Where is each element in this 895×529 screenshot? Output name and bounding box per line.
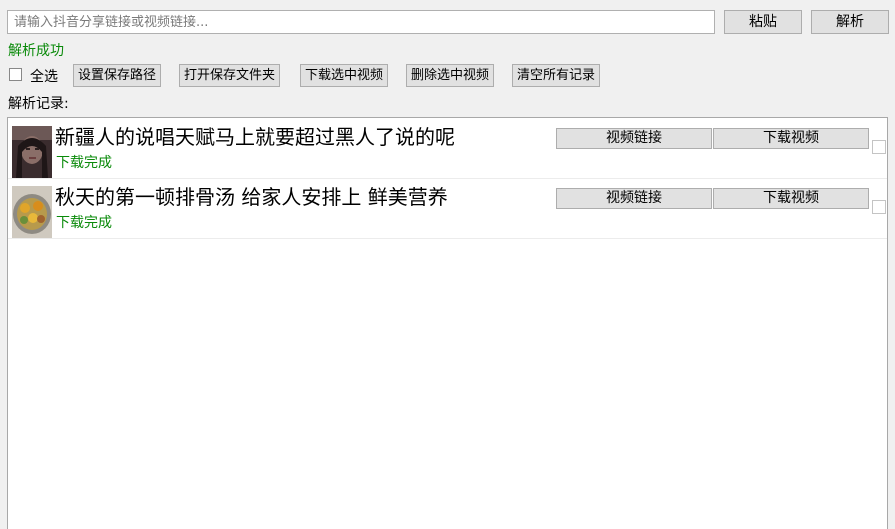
download-status: 下载完成 (56, 155, 112, 171)
clear-all-button[interactable]: 清空所有记录 (512, 64, 601, 87)
download-video-button[interactable]: 下载视频 (713, 128, 869, 149)
download-selected-button[interactable]: 下载选中视频 (300, 64, 389, 87)
open-save-folder-button[interactable]: 打开保存文件夹 (179, 64, 281, 87)
list-item[interactable]: 新疆人的说唱天赋马上就要超过黑人了说的呢 下载完成 视频链接 下载视频 (8, 118, 887, 179)
records-list[interactable]: 新疆人的说唱天赋马上就要超过黑人了说的呢 下载完成 视频链接 下载视频 秋天的第… (7, 117, 888, 529)
status-text: 解析成功 (8, 43, 64, 59)
delete-selected-button[interactable]: 删除选中视频 (406, 64, 495, 87)
parse-button[interactable]: 解析 (811, 10, 889, 34)
video-link-button[interactable]: 视频链接 (556, 128, 712, 149)
video-link-button[interactable]: 视频链接 (556, 188, 712, 209)
set-save-path-button[interactable]: 设置保存路径 (73, 64, 162, 87)
video-thumbnail (12, 126, 52, 178)
row-checkbox[interactable] (872, 200, 886, 214)
url-input[interactable] (7, 10, 715, 34)
paste-button[interactable]: 粘贴 (724, 10, 802, 34)
row-checkbox[interactable] (872, 140, 886, 154)
select-all-label[interactable]: 全选 (30, 66, 58, 86)
list-item[interactable]: 秋天的第一顿排骨汤 给家人安排上 鲜美营养 下载完成 视频链接 下载视频 (8, 178, 887, 239)
video-title: 新疆人的说唱天赋马上就要超过黑人了说的呢 (55, 125, 455, 149)
download-video-button[interactable]: 下载视频 (713, 188, 869, 209)
download-status: 下载完成 (56, 215, 112, 231)
video-thumbnail (12, 186, 52, 238)
select-all-checkbox[interactable] (9, 68, 22, 81)
records-label: 解析记录: (8, 96, 69, 112)
video-title: 秋天的第一顿排骨汤 给家人安排上 鲜美营养 (55, 185, 448, 209)
